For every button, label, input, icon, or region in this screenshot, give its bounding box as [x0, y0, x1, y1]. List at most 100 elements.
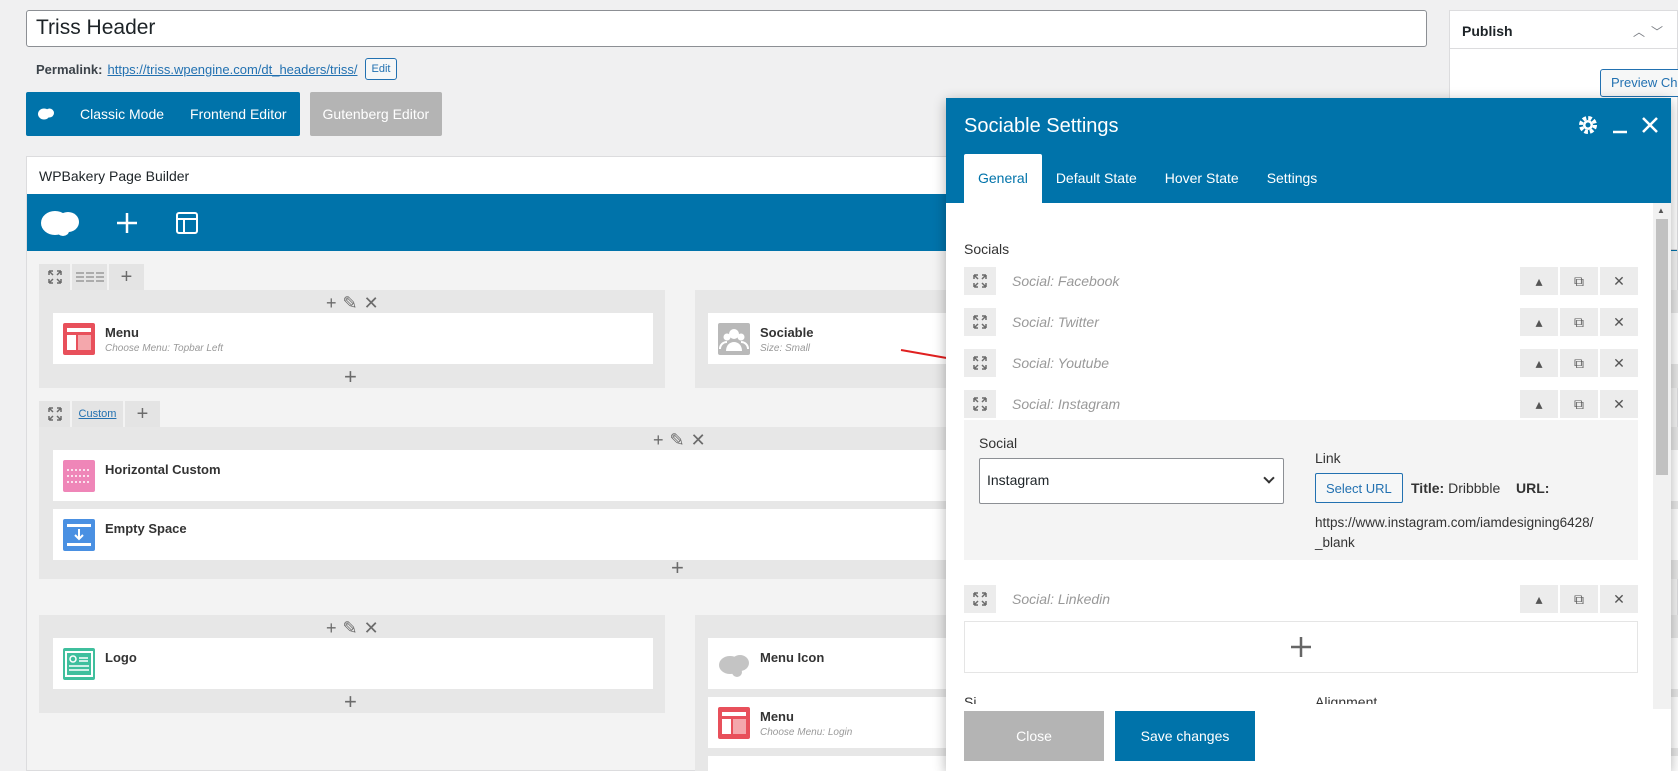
save-changes-button[interactable]: Save changes	[1115, 711, 1255, 761]
drag-handle-icon[interactable]	[964, 390, 996, 418]
social-row-actions: ▴ ⧉ ✕	[1520, 390, 1638, 418]
social-expanded-panel: Social Instagram Link Select URL Title: …	[964, 420, 1638, 560]
delete-icon[interactable]: ✕	[1600, 390, 1638, 418]
sociable-settings-modal: Sociable Settings General Default State …	[946, 98, 1671, 771]
column-add-element-icon[interactable]: +	[344, 691, 357, 713]
element-logo[interactable]: Logo	[53, 638, 653, 689]
social-row[interactable]: Social: Facebook ▴ ⧉ ✕	[964, 265, 1638, 297]
element-subtitle: Choose Menu: Login	[760, 727, 853, 738]
tab-settings[interactable]: Settings	[1253, 154, 1332, 203]
row-custom-layout-tab[interactable]: Custom	[72, 401, 123, 427]
modal-body: Socials Social: Facebook ▴ ⧉ ✕ Social: T…	[946, 203, 1653, 709]
collapse-icon[interactable]: ▴	[1520, 390, 1558, 418]
tab-general[interactable]: General	[964, 154, 1042, 203]
preview-changes-button[interactable]: Preview Cha	[1600, 69, 1678, 97]
close-button[interactable]: Close	[964, 711, 1104, 761]
social-row-title: Social: Youtube	[1012, 355, 1110, 371]
close-icon[interactable]	[1641, 116, 1659, 134]
collapse-icon[interactable]: ▴	[1520, 585, 1558, 613]
collapse-icon[interactable]: ▴	[1520, 267, 1558, 295]
column-delete-icon[interactable]: ✕	[691, 431, 706, 449]
add-element-icon[interactable]	[115, 211, 139, 235]
horizontal-custom-element-icon	[63, 460, 95, 492]
permalink-edit-button[interactable]: Edit	[364, 58, 398, 80]
column-add-icon[interactable]: +	[326, 294, 337, 312]
scroll-up-icon[interactable]: ▲	[1657, 206, 1665, 215]
column-edit-icon[interactable]: ✎	[670, 431, 685, 449]
column-add-icon[interactable]: +	[326, 619, 337, 637]
element-menu[interactable]: Menu Choose Menu: Topbar Left	[53, 313, 653, 364]
social-row[interactable]: Social: Instagram ▴ ⧉ ✕	[964, 388, 1638, 420]
social-row-actions: ▴ ⧉ ✕	[1520, 585, 1638, 613]
link-url-text: https://www.instagram.com/iamdesigning64…	[1315, 515, 1594, 530]
frontend-editor-button[interactable]: Frontend Editor	[190, 106, 287, 122]
post-title-input[interactable]: Triss Header	[26, 10, 1427, 47]
mode-group: Classic Mode Frontend Editor	[26, 92, 300, 136]
collapse-icon[interactable]: ▴	[1520, 349, 1558, 377]
minimize-icon[interactable]	[1611, 116, 1629, 134]
permalink-label: Permalink:	[36, 61, 103, 77]
tab-hover-state[interactable]: Hover State	[1151, 154, 1253, 203]
modal-header-controls	[1577, 114, 1659, 136]
add-social-button[interactable]	[964, 621, 1638, 673]
drag-handle-icon[interactable]	[964, 308, 996, 336]
drag-handle-icon[interactable]	[964, 267, 996, 295]
row-layout-icon[interactable]	[72, 264, 107, 290]
element-name: Horizontal Custom	[105, 462, 221, 477]
social-row-actions: ▴ ⧉ ✕	[1520, 267, 1638, 295]
clone-icon[interactable]: ⧉	[1560, 390, 1598, 418]
row-add-icon[interactable]: +	[125, 401, 160, 427]
social-select[interactable]: Instagram	[979, 458, 1284, 504]
gear-icon[interactable]	[1577, 114, 1599, 136]
plus-icon	[1291, 637, 1311, 657]
element-name: Menu	[105, 325, 139, 340]
social-row[interactable]: Social: Youtube ▴ ⧉ ✕	[964, 347, 1638, 379]
column-delete-icon[interactable]: ✕	[364, 294, 379, 312]
scroll-thumb[interactable]	[1656, 219, 1668, 475]
link-title-key: Title:	[1411, 480, 1445, 496]
wpbakery-logo-icon[interactable]	[41, 209, 79, 237]
row-add-icon[interactable]: +	[109, 264, 144, 290]
drag-handle-icon[interactable]	[964, 585, 996, 613]
classic-mode-button[interactable]: Classic Mode	[80, 106, 164, 122]
modal-title: Sociable Settings	[964, 115, 1119, 137]
collapse-icon[interactable]: ▴	[1520, 308, 1558, 336]
select-url-button[interactable]: Select URL	[1315, 473, 1403, 503]
row-move-icon[interactable]	[39, 401, 70, 427]
modal-tabs: General Default State Hover State Settin…	[964, 154, 1331, 203]
permalink-bar: Permalink: https://triss.wpengine.com/dt…	[36, 58, 398, 80]
column-add-element-icon[interactable]: +	[671, 557, 684, 579]
size-label-partial: Si	[964, 694, 977, 704]
row-move-icon[interactable]	[39, 264, 70, 290]
delete-icon[interactable]: ✕	[1600, 585, 1638, 613]
column-controls: + ✎ ✕	[326, 294, 379, 312]
publish-toggle-icons[interactable]: ︿﹀	[1633, 23, 1669, 40]
column-add-element-icon[interactable]: +	[344, 366, 357, 388]
modal-header: Sociable Settings General Default State …	[946, 98, 1671, 203]
clone-icon[interactable]: ⧉	[1560, 308, 1598, 336]
element-name: Sociable	[760, 325, 814, 340]
delete-icon[interactable]: ✕	[1600, 267, 1638, 295]
column-add-icon[interactable]: +	[653, 431, 664, 449]
link-url-value: https://www.instagram.com/iamdesigning64…	[1315, 513, 1635, 553]
element-subtitle: Choose Menu: Topbar Left	[105, 343, 224, 354]
column-edit-icon[interactable]: ✎	[343, 294, 358, 312]
clone-icon[interactable]: ⧉	[1560, 585, 1598, 613]
permalink-link[interactable]: https://triss.wpengine.com/dt_headers/tr…	[107, 62, 357, 77]
alignment-label-partial: Alignment	[1315, 694, 1378, 704]
drag-handle-icon[interactable]	[964, 349, 996, 377]
social-row[interactable]: Social: Linkedin ▴ ⧉ ✕	[964, 583, 1638, 615]
social-row[interactable]: Social: Twitter ▴ ⧉ ✕	[964, 306, 1638, 338]
social-row-title: Social: Linkedin	[1012, 591, 1111, 607]
templates-icon[interactable]	[175, 211, 199, 235]
gutenberg-editor-button[interactable]: Gutenberg Editor	[309, 92, 443, 136]
clone-icon[interactable]: ⧉	[1560, 267, 1598, 295]
social-row-title: Social: Facebook	[1012, 273, 1120, 289]
delete-icon[interactable]: ✕	[1600, 308, 1638, 336]
column-edit-icon[interactable]: ✎	[343, 619, 358, 637]
delete-icon[interactable]: ✕	[1600, 349, 1638, 377]
column-delete-icon[interactable]: ✕	[364, 619, 379, 637]
modal-scrollbar[interactable]: ▲ ▼	[1653, 203, 1671, 771]
clone-icon[interactable]: ⧉	[1560, 349, 1598, 377]
tab-default-state[interactable]: Default State	[1042, 154, 1151, 203]
